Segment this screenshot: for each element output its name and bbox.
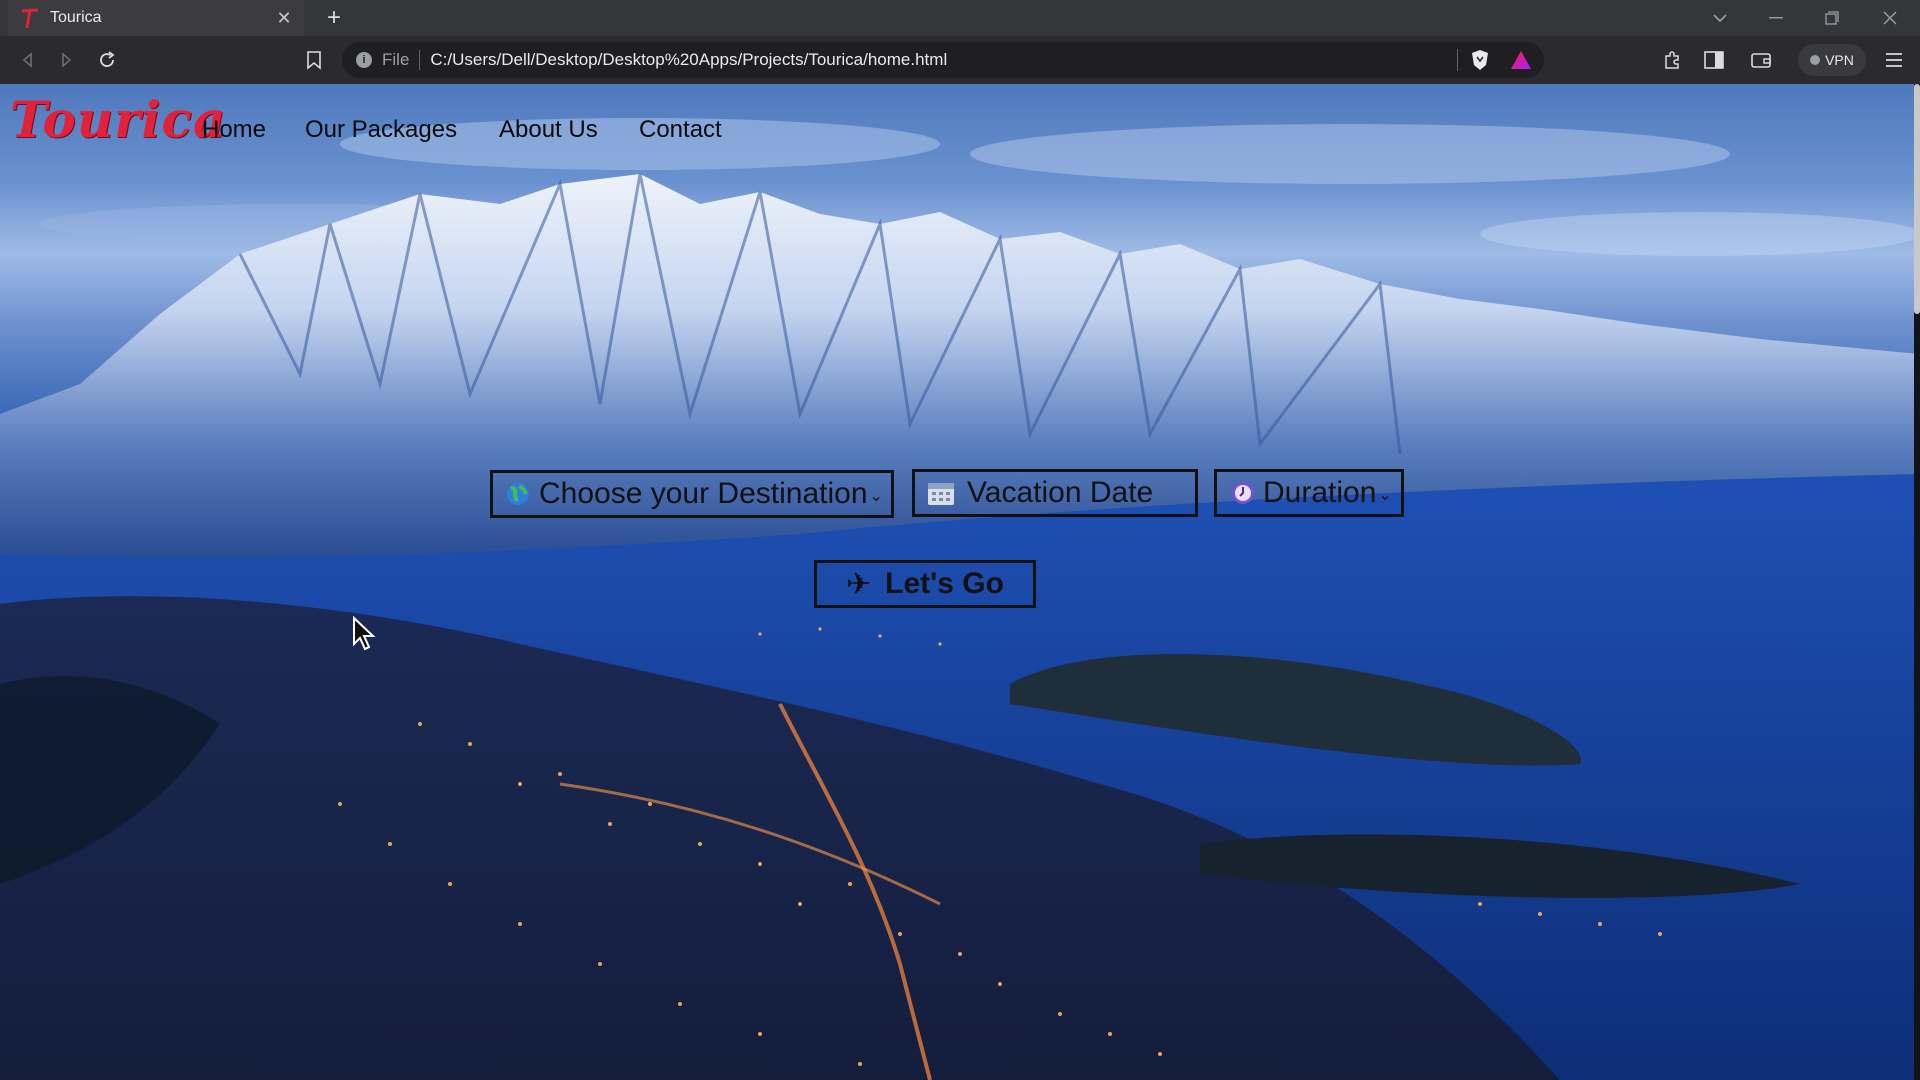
nav-link-contact[interactable]: Contact — [639, 116, 722, 144]
reload-icon[interactable] — [95, 48, 119, 72]
airplane-icon: ✈ — [846, 567, 872, 601]
url-divider — [1457, 49, 1458, 71]
bookmark-icon[interactable] — [302, 48, 326, 72]
wallet-icon[interactable] — [1749, 48, 1773, 72]
extensions-icon[interactable] — [1660, 48, 1684, 72]
nav-link-about[interactable]: About Us — [499, 116, 598, 144]
close-tab-icon[interactable]: ✕ — [274, 8, 294, 29]
vpn-label: VPN — [1825, 52, 1854, 68]
vacation-date-value: Vacation Date — [967, 476, 1154, 509]
calendar-icon — [927, 480, 955, 506]
new-tab-button[interactable]: + — [320, 4, 348, 32]
chevron-down-icon: ⌄ — [1378, 487, 1392, 504]
url-scheme: File — [382, 50, 410, 69]
vpn-button[interactable]: VPN — [1798, 44, 1866, 76]
chevron-down-icon: ⌄ — [869, 488, 883, 505]
browser-tab-strip: Tourica ✕ + — [0, 0, 1920, 36]
duration-select[interactable]: Duration ⌄ — [1214, 469, 1404, 517]
page-scrollbar[interactable] — [1914, 84, 1920, 1080]
tab-search-chevron-icon[interactable] — [1694, 0, 1746, 36]
tourica-favicon-icon — [22, 8, 38, 28]
site-logo[interactable]: Tourica — [10, 90, 226, 149]
vacation-date-field[interactable]: Vacation Date — [912, 469, 1198, 517]
browser-tab[interactable]: Tourica ✕ — [8, 0, 304, 36]
back-icon[interactable] — [16, 48, 40, 72]
lets-go-button[interactable]: ✈ Let's Go — [814, 560, 1036, 608]
close-window-icon[interactable] — [1864, 0, 1916, 36]
site-navbar: Tourica Home Our Packages About Us Conta… — [0, 84, 1914, 174]
destination-value: Choose your Destination — [539, 477, 868, 510]
tab-title: Tourica — [50, 9, 102, 26]
info-icon[interactable]: i — [356, 52, 372, 68]
destination-select[interactable]: Choose your Destination ⌄ — [490, 470, 894, 518]
address-bar[interactable]: i File C:/Users/Dell/Desktop/Desktop%20A… — [342, 42, 1544, 78]
brave-shield-icon[interactable] — [1470, 49, 1490, 71]
minimize-icon[interactable] — [1750, 0, 1802, 36]
vpn-status-icon — [1810, 55, 1821, 65]
nav-link-home[interactable]: Home — [202, 116, 266, 144]
sidebar-icon[interactable] — [1702, 48, 1726, 72]
page-viewport: Tourica Home Our Packages About Us Conta… — [0, 84, 1920, 1080]
lets-go-label: Let's Go — [885, 567, 1004, 600]
url-separator — [419, 50, 421, 70]
url-text[interactable]: C:/Users/Dell/Desktop/Desktop%20Apps/Pro… — [430, 50, 1457, 70]
duration-value: Duration — [1263, 476, 1377, 509]
browser-toolbar: i File C:/Users/Dell/Desktop/Desktop%20A… — [0, 36, 1920, 84]
brave-rewards-icon[interactable] — [1510, 50, 1532, 70]
globe-icon — [505, 481, 531, 507]
page-scrollbar-thumb[interactable] — [1914, 84, 1920, 314]
nav-link-packages[interactable]: Our Packages — [305, 116, 457, 144]
menu-icon[interactable] — [1882, 48, 1906, 72]
clock-icon — [1231, 481, 1255, 505]
restore-icon[interactable] — [1806, 0, 1858, 36]
forward-icon[interactable] — [54, 48, 78, 72]
